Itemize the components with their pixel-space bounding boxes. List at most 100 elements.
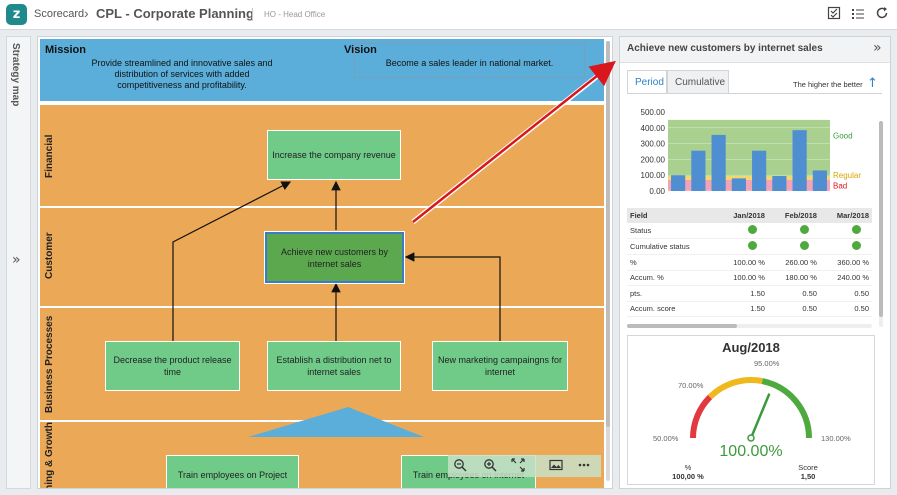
objective-achieve-new-customers[interactable]: Achieve new customers by internet sales bbox=[264, 231, 405, 284]
y-tick-label: 0.00 bbox=[649, 187, 665, 196]
bar bbox=[691, 150, 706, 191]
gauge-arc-regular bbox=[707, 377, 763, 400]
map-scrollbar[interactable] bbox=[606, 41, 610, 481]
page-title: CPL - Corporate Planning bbox=[96, 6, 254, 21]
status-dot-icon bbox=[852, 241, 861, 250]
bar bbox=[772, 175, 787, 191]
table-cell: 100.00 % bbox=[716, 254, 768, 271]
table-cell: 0.50 bbox=[767, 285, 820, 302]
breadcrumb-root[interactable]: Scorecard bbox=[34, 8, 84, 20]
tab-period[interactable]: Period bbox=[627, 70, 667, 94]
row-label: Cumulative status bbox=[627, 238, 717, 255]
tab-divider bbox=[627, 93, 882, 94]
table-cell: 0.50 bbox=[819, 301, 872, 317]
table-header: Feb/2018 bbox=[767, 208, 820, 223]
footer-label: Score bbox=[798, 463, 818, 472]
performance-chart: 500.00 400.00 300.00 200.00 100.00 0.00 Good Re… bbox=[641, 108, 862, 196]
refresh-icon[interactable] bbox=[874, 6, 890, 22]
fit-icon[interactable] bbox=[510, 458, 526, 474]
footer-value: 100,00 % bbox=[672, 472, 704, 481]
top-bar: z Scorecard › CPL - Corporate Planning H… bbox=[0, 0, 897, 30]
expand-chevron-icon[interactable]: » bbox=[12, 252, 21, 268]
arrow-up-icon: ↑ bbox=[867, 76, 878, 91]
panel-scrollbar-thumb[interactable] bbox=[879, 121, 883, 317]
list-icon[interactable] bbox=[850, 6, 866, 22]
results-table: Field Jan/2018 Feb/2018 Mar/2018 Status … bbox=[627, 208, 872, 317]
table-cell: 100.00 % bbox=[716, 270, 768, 286]
footer-value: 1,50 bbox=[800, 472, 816, 481]
table-cell: 260.00 % bbox=[767, 254, 820, 271]
table-cell: 180.00 % bbox=[767, 270, 820, 286]
status-dot-icon bbox=[799, 225, 809, 234]
gauge-footer-score: Score 1,50 bbox=[773, 463, 843, 481]
objective-distribution-net[interactable]: Establish a distribution net to internet… bbox=[267, 341, 401, 391]
objective-increase-revenue[interactable]: Increase the company revenue bbox=[267, 130, 401, 180]
band-label: Bad bbox=[833, 181, 847, 190]
status-dot-icon bbox=[852, 225, 861, 234]
table-row: Status bbox=[627, 223, 872, 239]
bar bbox=[671, 175, 686, 191]
strategy-map-sidebar: Strategy map » bbox=[6, 36, 31, 489]
table-row: Accum. score 1.50 0.50 0.50 bbox=[627, 301, 872, 317]
table-header-row: Field Jan/2018 Feb/2018 Mar/2018 bbox=[627, 208, 872, 223]
table-row: Cumulative status bbox=[627, 238, 872, 255]
row-label: % bbox=[627, 254, 717, 271]
y-tick-label: 400.00 bbox=[641, 124, 666, 133]
table-cell: 0.50 bbox=[819, 285, 872, 302]
panel-vertical-scrollbar[interactable] bbox=[879, 121, 883, 327]
bar bbox=[731, 178, 746, 191]
breadcrumb-separator-icon: › bbox=[84, 5, 89, 21]
objective-decrease-release-time[interactable]: Decrease the product release time bbox=[105, 341, 240, 391]
table-cell: 1.50 bbox=[716, 285, 768, 302]
table-header: Jan/2018 bbox=[716, 208, 768, 223]
band-label: Good bbox=[833, 132, 853, 141]
zoom-out-icon[interactable] bbox=[452, 458, 468, 474]
gauge-hub bbox=[747, 434, 755, 442]
row-label: Accum. % bbox=[627, 270, 717, 286]
y-tick-label: 500.00 bbox=[641, 108, 666, 117]
table-row: pts. 1.50 0.50 0.50 bbox=[627, 285, 872, 302]
gauge-tick-label: 50.00% bbox=[653, 434, 679, 443]
map-scrollbar-thumb[interactable] bbox=[606, 41, 610, 427]
gauge-tick-label: 130.00% bbox=[821, 434, 851, 443]
table-row: % 100.00 % 260.00 % 360.00 % bbox=[627, 254, 872, 271]
table-scrollbar-thumb[interactable] bbox=[627, 324, 737, 328]
bar bbox=[812, 170, 827, 191]
table-cell: 0.50 bbox=[767, 301, 820, 317]
app-logo[interactable]: z bbox=[6, 4, 27, 25]
bar bbox=[752, 150, 767, 191]
checklist-icon[interactable] bbox=[826, 6, 842, 22]
image-icon[interactable] bbox=[548, 458, 564, 474]
status-dot-icon bbox=[747, 241, 757, 250]
y-tick-label: 200.00 bbox=[641, 155, 666, 164]
objective-marketing-campaigns[interactable]: New marketing campaingns for internet bbox=[432, 341, 568, 391]
gauge-footer-percent: % 100,00 % bbox=[653, 463, 723, 481]
gauge-period-title: Aug/2018 bbox=[722, 340, 780, 355]
map-toolbar bbox=[448, 455, 601, 477]
collapse-chevron-icon[interactable]: » bbox=[873, 40, 882, 56]
row-label: Status bbox=[627, 223, 717, 239]
indicator-panel: Achieve new customers by internet sales … bbox=[619, 36, 891, 489]
gauge-tick-label: 70.00% bbox=[678, 381, 704, 390]
gauge-value: 100.00% bbox=[719, 443, 783, 460]
zoom-in-icon[interactable] bbox=[482, 458, 498, 474]
bar bbox=[792, 130, 807, 191]
gauge-needle bbox=[749, 393, 771, 439]
more-icon[interactable] bbox=[576, 458, 592, 474]
tab-cumulative[interactable]: Cumulative bbox=[667, 70, 729, 94]
table-header: Field bbox=[627, 208, 717, 223]
panel-title: Achieve new customers by internet sales bbox=[627, 43, 823, 54]
table-cell: 240.00 % bbox=[819, 270, 872, 286]
status-dot-icon bbox=[799, 241, 809, 250]
table-cell: 360.00 % bbox=[819, 254, 872, 271]
page-subtitle: HO - Head Office bbox=[264, 10, 326, 19]
sidebar-label: Strategy map bbox=[10, 43, 21, 107]
title-divider bbox=[252, 8, 253, 21]
polarity-text: The higher the better bbox=[793, 80, 863, 89]
row-label: pts. bbox=[627, 285, 717, 302]
table-header: Mar/2018 bbox=[819, 208, 872, 223]
objective-train-project[interactable]: Train employees on Project bbox=[166, 455, 299, 488]
table-horizontal-scrollbar[interactable] bbox=[627, 324, 872, 328]
band-label: Regular bbox=[833, 171, 861, 180]
table-cell: 1.50 bbox=[716, 301, 768, 317]
